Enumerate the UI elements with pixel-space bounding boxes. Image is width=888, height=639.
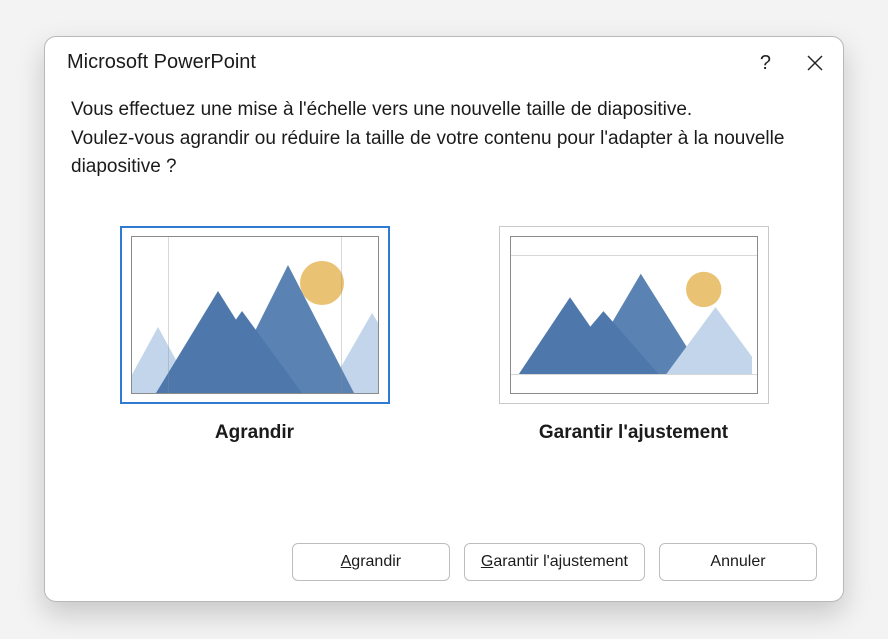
close-icon[interactable] — [807, 55, 823, 71]
option-ensure-fit-thumbnail — [499, 226, 769, 404]
option-maximize[interactable]: Agrandir — [120, 226, 390, 444]
slide-preview-maximize — [131, 236, 379, 394]
option-ensure-fit[interactable]: Garantir l'ajustement — [499, 226, 769, 444]
maximize-button[interactable]: Agrandir — [292, 543, 450, 581]
maximize-button-accel: A — [341, 553, 352, 570]
option-maximize-label: Agrandir — [215, 422, 294, 444]
help-icon[interactable]: ? — [760, 53, 771, 73]
ensure-fit-button-accel: G — [481, 553, 493, 570]
slide-preview-ensure-fit — [510, 236, 758, 394]
scale-options: Agrandir — [71, 226, 817, 444]
dialog-buttons: Agrandir Garantir l'ajustement Annuler — [292, 543, 817, 581]
dialog-title: Microsoft PowerPoint — [67, 51, 256, 74]
landscape-icon — [511, 256, 753, 374]
dialog-message: Vous effectuez une mise à l'échelle vers… — [71, 96, 817, 182]
option-maximize-thumbnail — [120, 226, 390, 404]
title-bar: Microsoft PowerPoint ? — [45, 37, 843, 80]
option-ensure-fit-label: Garantir l'ajustement — [539, 422, 728, 444]
titlebar-actions: ? — [760, 53, 823, 73]
slide-scale-dialog: Microsoft PowerPoint ? Vous effectuez un… — [44, 36, 844, 602]
message-line-1: Vous effectuez une mise à l'échelle vers… — [71, 99, 692, 120]
maximize-button-rest: grandir — [351, 553, 401, 570]
message-line-2: Voulez-vous agrandir ou réduire la taill… — [71, 128, 784, 178]
cancel-button[interactable]: Annuler — [659, 543, 817, 581]
ensure-fit-button[interactable]: Garantir l'ajustement — [464, 543, 645, 581]
dialog-body: Vous effectuez une mise à l'échelle vers… — [45, 80, 843, 444]
ensure-fit-button-rest: arantir l'ajustement — [493, 553, 628, 570]
